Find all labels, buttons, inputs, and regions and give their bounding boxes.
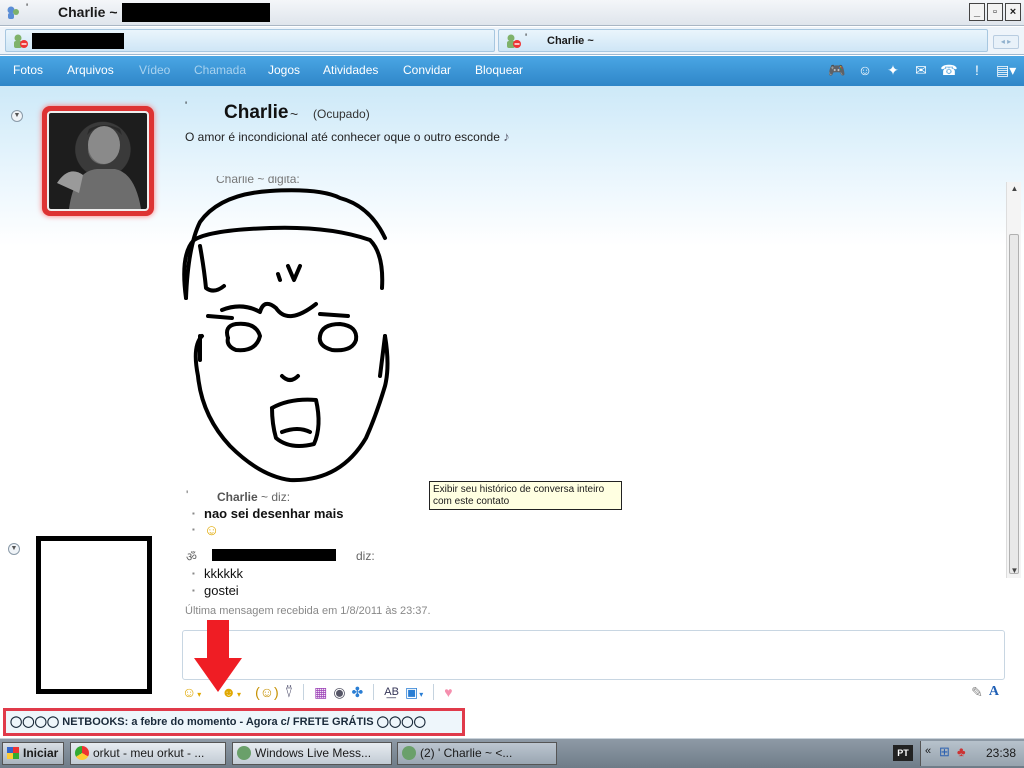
tab-contact-name: Charlie ~ <box>547 35 594 47</box>
menu-jogos[interactable]: Jogos <box>268 63 300 77</box>
alert-icon[interactable]: ! <box>968 61 986 79</box>
contact-card-icon[interactable]: ☺ <box>856 61 874 79</box>
redacted-sender-name <box>212 549 336 561</box>
spellcheck-icon[interactable]: A͟B <box>384 682 399 702</box>
contact-status: (Ocupado) <box>313 107 370 121</box>
scroll-up-arrow[interactable]: ▲ <box>1007 182 1022 196</box>
games-icon[interactable]: 🎮 <box>828 61 846 79</box>
tray-expand-icon[interactable]: « <box>925 745 931 757</box>
minimize-button[interactable]: _ <box>969 3 985 21</box>
taskbar-item-label: (2) ' Charlie ~ <... <box>420 746 513 760</box>
chat-scrollbar[interactable]: ▲ ▼ <box>1006 182 1021 578</box>
title-tick: ' <box>26 2 29 14</box>
menu-atividades[interactable]: Atividades <box>323 63 378 77</box>
status-icon <box>507 34 521 48</box>
title-bar: ' Charlie ~ _ ▫ × <box>0 0 1024 26</box>
taskbar-item-orkut[interactable]: orkut - meu orkut - ... <box>70 742 226 765</box>
collapse-own-button[interactable]: ▼ <box>8 543 20 555</box>
history-tooltip: Exibir seu histórico de conversa inteiro… <box>429 481 622 510</box>
messenger-icon <box>402 746 416 760</box>
messenger-icon <box>237 746 251 760</box>
own-sender-suffix: diz: <box>356 549 375 563</box>
compose-toolbar: ☺▾ ☻▾ (☺) ⍢ ▦ ◉ ✤ A͟B ▣▾ ♥ ✎ A <box>182 680 1005 704</box>
scroll-thumb[interactable] <box>1009 234 1019 574</box>
status-icon <box>14 34 28 48</box>
menu-convidar[interactable]: Convidar <box>403 63 451 77</box>
contact-tick: ' <box>185 100 188 112</box>
message-sender-tick: ' <box>186 488 189 502</box>
toolbar-divider <box>373 684 375 700</box>
taskbar-item-label: orkut - meu orkut - ... <box>93 746 205 760</box>
start-button[interactable]: Iniciar <box>2 742 64 765</box>
redacted-tab-name <box>32 33 124 49</box>
phone-icon[interactable]: ☎ <box>940 61 958 79</box>
heart-icon[interactable]: ♥ <box>444 682 452 702</box>
contact-avatar-frame[interactable] <box>42 106 154 216</box>
contact-avatar <box>47 111 149 211</box>
games-icon[interactable]: ✤ <box>352 682 364 702</box>
messenger-tray-icon[interactable]: ♣ <box>957 744 966 759</box>
scroll-down-arrow[interactable]: ▼ <box>1007 564 1022 578</box>
ad-banner[interactable]: ◯◯◯◯ NETBOOKS: a febre do momento - Agor… <box>3 708 465 736</box>
sound-icon[interactable]: ◉ <box>333 682 345 702</box>
menu-video[interactable]: Vídeo <box>139 63 170 77</box>
message-input[interactable] <box>182 630 1005 680</box>
language-indicator[interactable]: PT <box>893 745 913 761</box>
taskbar: Iniciar orkut - meu orkut - ... Windows … <box>0 738 1024 768</box>
own-avatar[interactable] <box>36 536 152 694</box>
last-received-timestamp: Última mensagem recebida em 1/8/2011 às … <box>185 605 431 617</box>
maximize-button[interactable]: ▫ <box>987 3 1003 21</box>
tab-tick: ' <box>525 32 528 44</box>
font-icon[interactable]: A <box>989 682 999 702</box>
contact-name: Charlie <box>224 102 289 123</box>
taskbar-item-messenger[interactable]: Windows Live Mess... <box>232 742 392 765</box>
clock: 23:38 <box>985 746 1016 760</box>
taskbar-item-conversation[interactable]: (2) ' Charlie ~ <... <box>397 742 557 765</box>
menu-bloquear[interactable]: Bloquear <box>475 63 523 77</box>
handwriting-icon[interactable]: ✎ <box>971 682 983 702</box>
taskbar-item-label: Windows Live Mess... <box>255 746 372 760</box>
menu-fotos[interactable]: Fotos <box>13 63 43 77</box>
messenger-icon <box>7 6 19 19</box>
nudge-icon[interactable]: ✉ <box>912 61 930 79</box>
chat-message: gostei <box>192 583 239 598</box>
tab-scroll-arrows[interactable]: ◂ ▸ <box>993 35 1019 49</box>
nudge-icon[interactable]: (☺) <box>255 682 279 702</box>
chrome-icon <box>75 746 89 760</box>
menu-bar: Fotos Arquivos Vídeo Chamada Jogos Ativi… <box>0 56 1024 86</box>
contact-photo-icon <box>57 125 141 209</box>
toolbar-divider <box>303 684 305 700</box>
music-note-icon: ♪ <box>503 129 510 144</box>
voice-clip-icon[interactable]: ⍢ <box>285 682 293 702</box>
chat-message: kkkkkk <box>192 566 243 581</box>
collapse-contact-button[interactable]: ▼ <box>11 110 23 122</box>
contact-tilde: ~ <box>290 106 299 122</box>
window-title: Charlie ~ <box>58 4 118 20</box>
backgrounds-icon[interactable]: ▦ <box>314 682 327 702</box>
chat-message: nao sei desenhar mais <box>192 506 343 521</box>
system-tray: PT « ⊞ ♣ 23:38 <box>893 741 1024 766</box>
menu-icon[interactable]: ▤▾ <box>996 61 1016 79</box>
network-icon[interactable]: ⊞ <box>939 744 950 760</box>
toolbar-divider <box>433 684 435 700</box>
chat-history: Charlie ~ digita: ' Charlie ~ diz: nao s… <box>176 176 1006 618</box>
close-button[interactable]: × <box>1005 3 1021 21</box>
own-status-icon: ॐ <box>186 550 197 564</box>
conversation-tab-2[interactable]: ' Charlie ~ <box>498 29 988 52</box>
redacted-title-block <box>122 3 270 22</box>
conversation-tab-1[interactable] <box>5 29 495 52</box>
winks-icon[interactable]: ✦ <box>884 61 902 79</box>
menu-arquivos[interactable]: Arquivos <box>67 63 114 77</box>
personal-message: O amor é incondicional até conhecer oque… <box>185 129 510 144</box>
message-sender-name: Charlie ~ diz: <box>217 490 291 504</box>
conversation-tabs: ' Charlie ~ ◂ ▸ <box>0 27 1024 55</box>
menu-chamada[interactable]: Chamada <box>194 63 246 77</box>
conversation-area: ▼ ' Charlie ~ (Ocupado) O amor é incondi… <box>0 86 1024 736</box>
activities-icon[interactable]: ▣▾ <box>405 682 423 702</box>
red-arrow-icon <box>194 620 242 692</box>
handwritten-drawing <box>182 188 390 483</box>
personal-message-text: O amor é incondicional até conhecer oque… <box>185 130 500 144</box>
thinking-emoticon: ☺ <box>192 522 220 539</box>
